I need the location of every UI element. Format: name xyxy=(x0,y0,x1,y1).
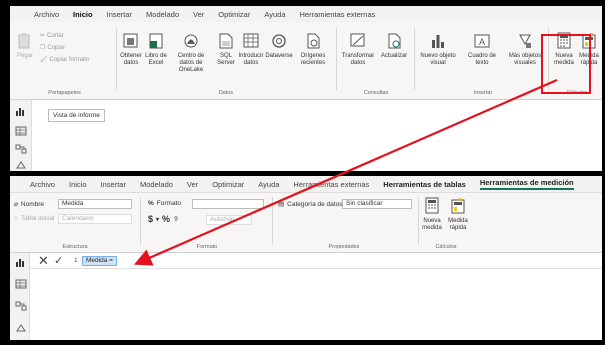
screenshot-frame: Archivo Inicio Insertar Modelado Ver Opt… xyxy=(0,0,605,345)
red-arrow xyxy=(133,78,558,266)
red-arrow-overlay xyxy=(133,78,558,266)
